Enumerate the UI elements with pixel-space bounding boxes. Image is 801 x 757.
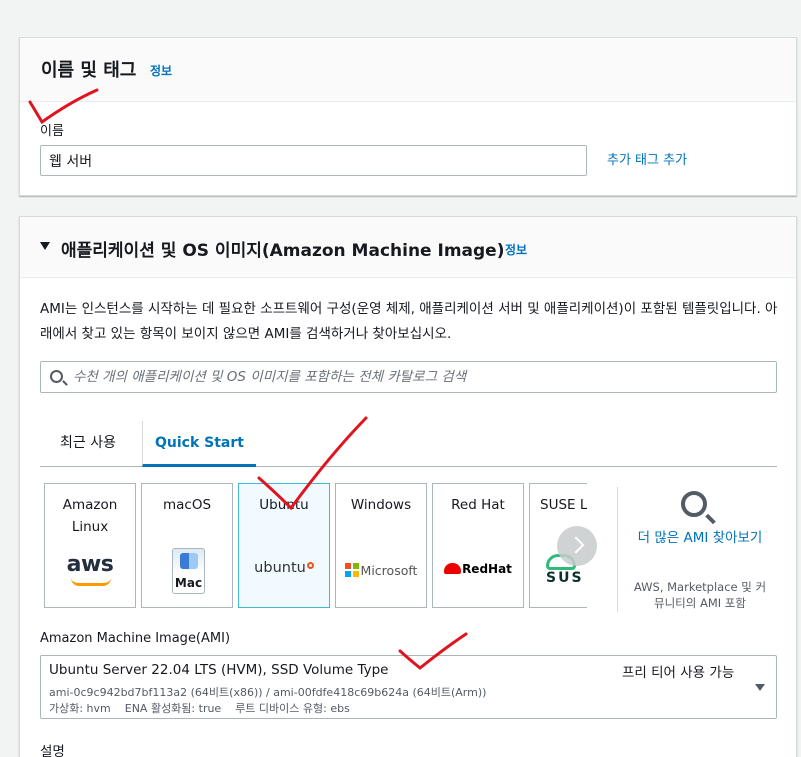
chevron-right-icon [567, 536, 585, 554]
carousel-next-button[interactable] [557, 526, 597, 566]
tab-quick-start[interactable]: Quick Start [142, 421, 256, 467]
aws-logo-icon: aws [66, 552, 114, 577]
collapse-toggle-icon[interactable] [40, 242, 50, 250]
name-label: 이름 [40, 124, 64, 139]
add-tag-link[interactable]: 추가 태그 추가 [607, 149, 687, 168]
mac-finder-icon: Mac [172, 548, 205, 594]
ubuntu-logo-icon: ubuntu [239, 560, 329, 576]
os-card-name: SUSE Li [540, 497, 587, 513]
free-tier-badge: 프리 티어 사용 가능 [622, 665, 735, 681]
search-icon [50, 370, 63, 383]
search-icon [681, 491, 707, 517]
name-info-link[interactable]: 정보 [150, 62, 172, 79]
mac-logo-text: Mac [174, 576, 203, 590]
ami-panel: 애플리케이션 및 OS 이미지(Amazon Machine Image) 정보… [19, 216, 797, 757]
ami-select-title: Ubuntu Server 22.04 LTS (HVM), SSD Volum… [49, 662, 389, 678]
ami-panel-header: 애플리케이션 및 OS 이미지(Amazon Machine Image) 정보 [20, 217, 796, 278]
browse-more-ami-desc: AWS, Marketplace 및 커뮤니티의 AMI 포함 [633, 580, 767, 610]
name-panel-header: 이름 및 태그 정보 [20, 38, 796, 102]
aws-smile-icon [71, 578, 111, 586]
caret-down-icon [755, 684, 765, 691]
os-card-name: Windows [350, 497, 412, 513]
os-card-name: Ubuntu [259, 497, 309, 513]
ami-search-box[interactable] [40, 361, 777, 393]
ubuntu-logo-text: ubuntu [254, 560, 306, 576]
microsoft-logo-text: Microsoft [360, 563, 418, 578]
browse-more-ami: 더 많은 AMI 찾아보기 AWS, Marketplace 및 커뮤니티의 A… [617, 487, 779, 612]
ami-select[interactable]: Ubuntu Server 22.04 LTS (HVM), SSD Volum… [40, 655, 777, 719]
os-card-name: macOS [162, 497, 212, 513]
os-card-name: Amazon Linux [62, 497, 118, 535]
os-card-macos[interactable]: macOS Mac [141, 483, 233, 608]
microsoft-logo-icon: Microsoft [336, 563, 426, 578]
os-card-red-hat[interactable]: Red Hat RedHat [432, 483, 524, 608]
os-card-name: Red Hat [451, 497, 505, 513]
name-input[interactable] [40, 145, 587, 176]
redhat-logo-text: RedHat [462, 562, 512, 576]
os-card-windows[interactable]: Windows Microsoft [335, 483, 427, 608]
name-panel-title: 이름 및 태그 [41, 60, 137, 81]
ami-select-label: Amazon Machine Image(AMI) [40, 631, 231, 646]
red-hat-icon [444, 563, 462, 574]
ami-search-input[interactable] [73, 362, 763, 392]
browse-more-ami-link[interactable]: 더 많은 AMI 찾아보기 [630, 527, 770, 549]
name-tags-panel: 이름 및 태그 정보 이름 추가 태그 추가 [19, 37, 797, 196]
ami-info-link[interactable]: 정보 [505, 241, 527, 258]
os-card-ubuntu[interactable]: Ubuntu ubuntu [238, 483, 330, 608]
tab-recent[interactable]: 최근 사용 [60, 421, 116, 467]
windows-squares-icon [344, 563, 359, 577]
ami-select-ids: ami-0c9c942bd7bf113a2 (64비트(x86)) / ami-… [49, 686, 487, 699]
ami-panel-title: 애플리케이션 및 OS 이미지(Amazon Machine Image) [61, 241, 505, 261]
suse-logo-text: SUS [546, 570, 584, 586]
ubuntu-circle-icon [306, 562, 314, 569]
ami-select-details: 가상화: hvm ENA 활성화됨: true 루트 디바이스 유형: ebs [49, 702, 350, 715]
ami-description: AMI는 인스턴스를 시작하는 데 필요한 소프트웨어 구성(운영 체제, 애플… [40, 301, 778, 342]
finder-face-icon [180, 553, 198, 569]
ami-tabs: 최근 사용 Quick Start [40, 421, 777, 467]
description-label: 설명 [40, 744, 65, 757]
os-card-amazon-linux[interactable]: Amazon Linux aws [44, 483, 136, 608]
redhat-logo-icon: RedHat [433, 562, 523, 576]
